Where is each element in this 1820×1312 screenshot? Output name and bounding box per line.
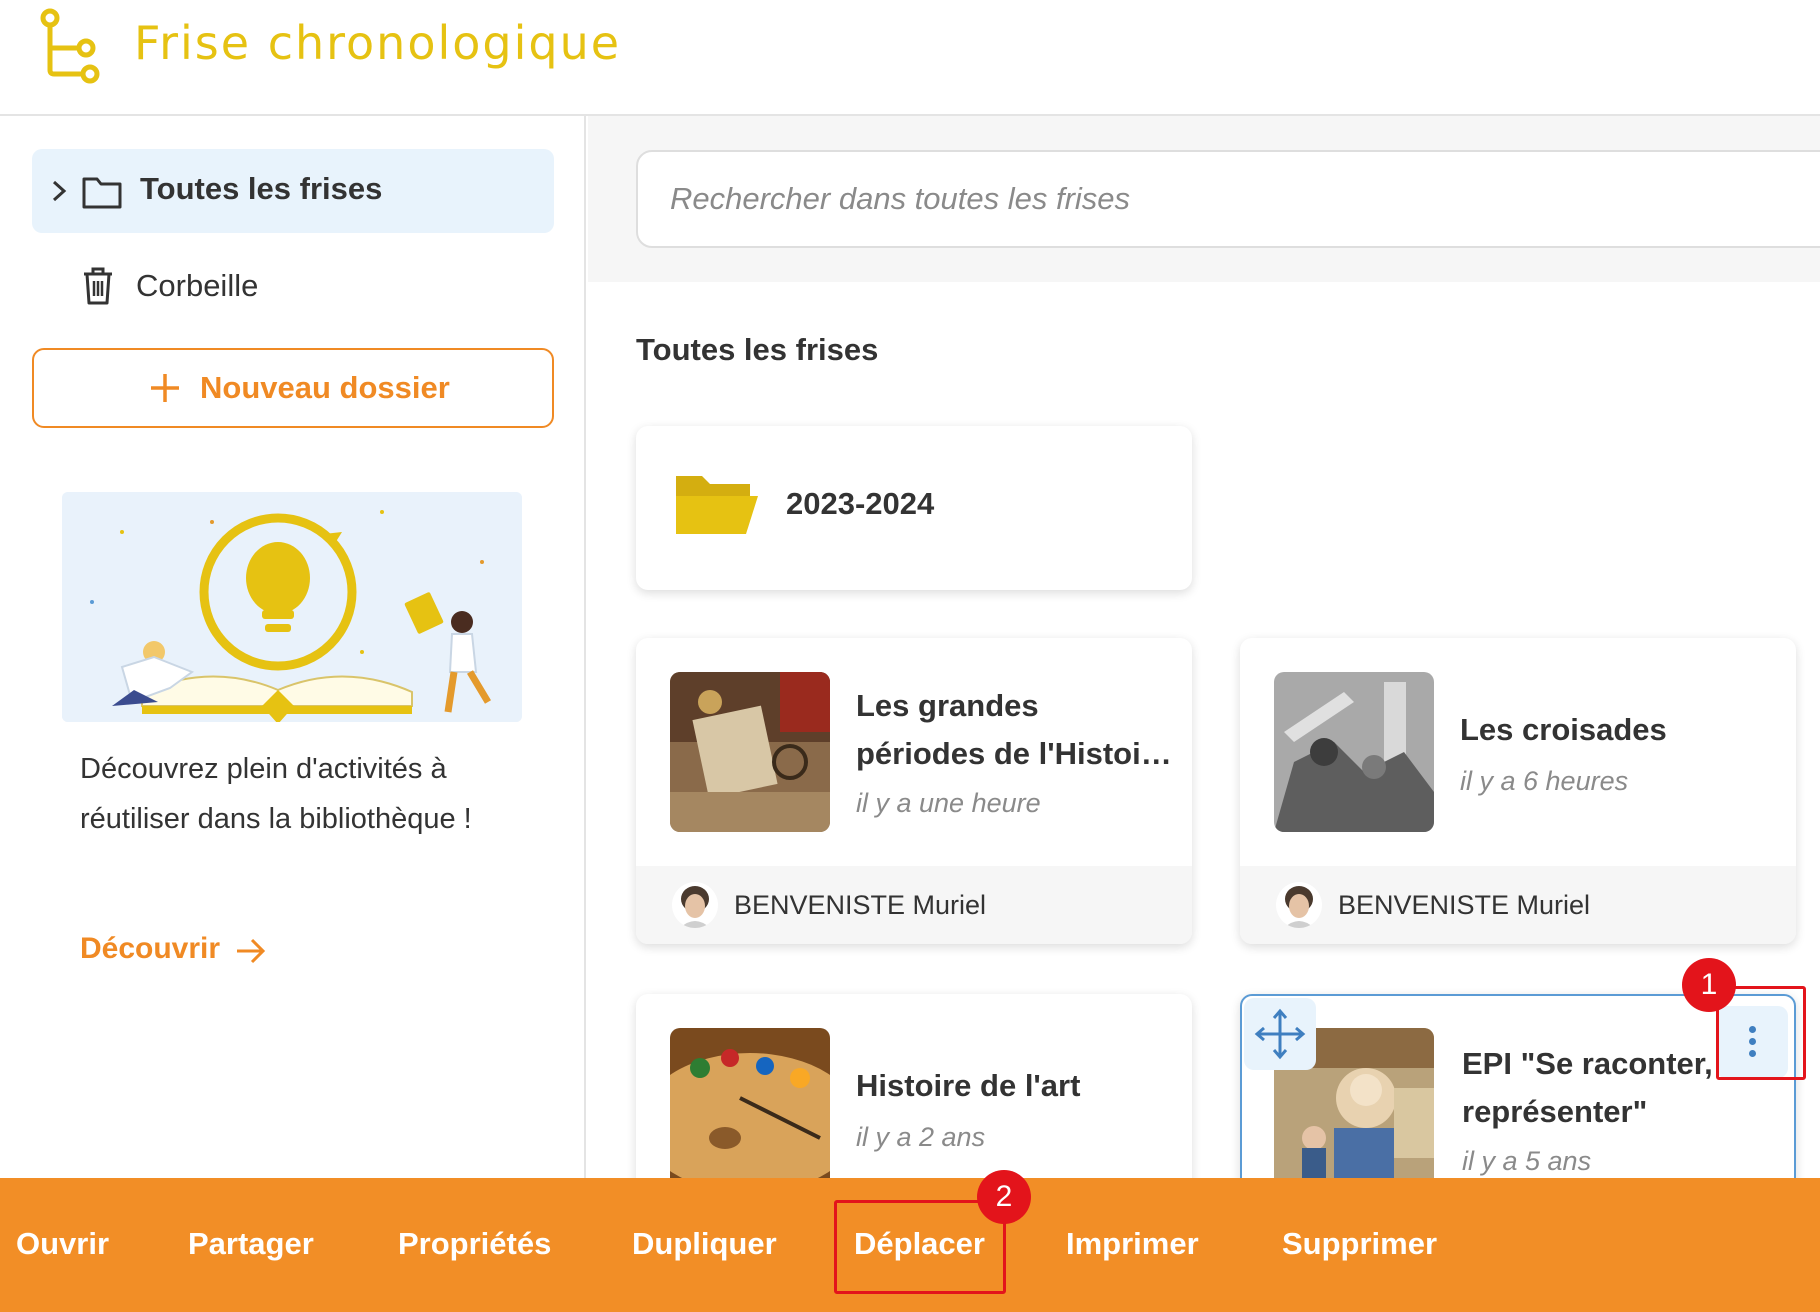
duplicate-button[interactable]: Dupliquer (632, 1226, 777, 1262)
move-handle[interactable] (1244, 998, 1316, 1070)
discover-link[interactable]: Découvrir (80, 932, 220, 966)
frise-title: Les croisades (1460, 712, 1667, 747)
sidebar-item-label: Corbeille (136, 268, 259, 303)
author-name: BENVENISTE Muriel (734, 890, 987, 920)
arrow-right-icon[interactable] (234, 934, 268, 968)
folder-outline-icon (82, 177, 122, 209)
new-folder-button[interactable]: Nouveau dossier (32, 348, 554, 428)
author-bar: BENVENISTE Muriel (636, 866, 1192, 944)
search-area (588, 116, 1820, 282)
section-title: Toutes les frises (636, 332, 879, 367)
logo-icon (40, 8, 100, 84)
annotation-badge-2: 2 (977, 1170, 1031, 1224)
frise-date: il y a 6 heures (1460, 766, 1629, 796)
frise-thumbnail (670, 672, 830, 832)
move-icon (1254, 1008, 1306, 1060)
promo-illustration (62, 492, 522, 722)
new-folder-label: Nouveau dossier (200, 370, 450, 405)
sidebar-item-label: Toutes les frises (140, 171, 383, 206)
promo-text: Découvrez plein d'activités à réutiliser… (80, 753, 472, 835)
properties-button[interactable]: Propriétés (398, 1226, 551, 1262)
delete-button[interactable]: Supprimer (1282, 1226, 1437, 1262)
app-title: Frise chronologique (134, 16, 622, 70)
annotation-badge-1: 1 (1682, 958, 1736, 1012)
frise-title: Histoire de l'art (856, 1068, 1081, 1103)
search-input[interactable] (636, 150, 1820, 248)
chevron-right-icon[interactable] (44, 176, 74, 206)
plus-icon (151, 374, 179, 402)
folder-card[interactable]: 2023-2024 (636, 426, 1192, 590)
sidebar: Toutes les frises Corbeille Nouveau doss… (0, 116, 586, 1196)
avatar (1276, 882, 1322, 928)
highlight-box-2 (834, 1200, 1006, 1294)
frise-thumbnail (670, 1028, 830, 1188)
frise-date: il y a une heure (856, 788, 1041, 818)
frise-card[interactable]: Les grandes périodes de l'Histoi… il y a… (636, 638, 1192, 944)
avatar (672, 882, 718, 928)
app-header: Frise chronologique (0, 0, 1820, 116)
trash-icon (84, 267, 112, 305)
sidebar-item-all-frises[interactable]: Toutes les frises (32, 149, 554, 233)
frise-date: il y a 2 ans (856, 1122, 986, 1152)
frise-title: Les grandes périodes de l'Histoi… (856, 688, 1172, 771)
print-button[interactable]: Imprimer (1066, 1226, 1199, 1262)
folder-name: 2023-2024 (786, 486, 935, 521)
author-name: BENVENISTE Muriel (1338, 890, 1591, 920)
sidebar-item-trash[interactable]: Corbeille (32, 250, 554, 320)
share-button[interactable]: Partager (188, 1226, 314, 1262)
frise-card[interactable]: Les croisades il y a 6 heures BENVENISTE… (1240, 638, 1796, 944)
frise-thumbnail (1274, 672, 1434, 832)
frise-date: il y a 5 ans (1462, 1146, 1592, 1176)
author-bar: BENVENISTE Muriel (1240, 866, 1796, 944)
main-content: Toutes les frises 2023-2024 (588, 116, 1820, 1300)
folder-open-icon (676, 476, 758, 534)
page: Frise chronologique Toutes les frises Co… (0, 0, 1820, 1312)
open-button[interactable]: Ouvrir (16, 1226, 109, 1262)
